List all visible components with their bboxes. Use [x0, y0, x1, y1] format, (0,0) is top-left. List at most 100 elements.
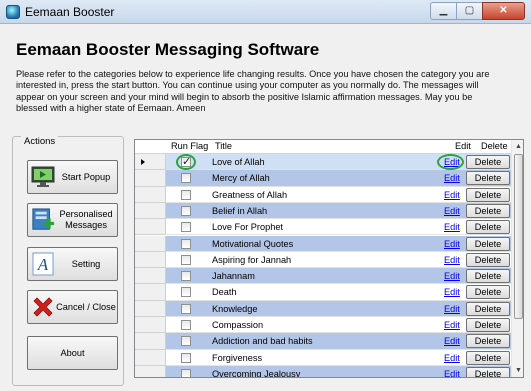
- run-flag-checkbox[interactable]: [181, 222, 191, 233]
- scroll-up-icon[interactable]: ▲: [512, 140, 523, 153]
- row-title: Overcoming Jealousy: [212, 368, 301, 378]
- table-row[interactable]: Compassion Edit Delete: [135, 317, 511, 334]
- minimize-button[interactable]: ▁: [430, 2, 456, 20]
- edit-link[interactable]: Edit: [444, 353, 460, 363]
- run-flag-checkbox[interactable]: [181, 287, 191, 298]
- table-row[interactable]: Jahannam Edit Delete: [135, 268, 511, 285]
- row-title: Motivational Quotes: [212, 238, 294, 249]
- row-selector[interactable]: [135, 251, 166, 269]
- cancel-close-label: Cancel / Close: [56, 301, 116, 312]
- cancel-close-button[interactable]: Cancel / Close: [27, 290, 118, 324]
- row-selector[interactable]: [135, 365, 166, 377]
- delete-button[interactable]: Delete: [466, 285, 510, 300]
- delete-button[interactable]: Delete: [466, 269, 510, 284]
- row-selector[interactable]: [135, 202, 166, 220]
- edit-link[interactable]: Edit: [444, 206, 460, 216]
- personalised-messages-button[interactable]: Personalised Messages: [27, 203, 118, 237]
- delete-button[interactable]: Delete: [466, 350, 510, 365]
- run-flag-checkbox[interactable]: [181, 352, 191, 363]
- window-controls: ▁ ▢ ✕: [430, 2, 525, 20]
- start-popup-button[interactable]: Start Popup: [27, 160, 118, 194]
- vertical-scrollbar[interactable]: ▲ ▼: [511, 140, 523, 377]
- row-selector[interactable]: [135, 219, 166, 236]
- run-flag-checkbox[interactable]: [181, 303, 191, 314]
- row-title: Love For Prophet: [212, 222, 283, 233]
- delete-button[interactable]: Delete: [466, 203, 510, 218]
- edit-link[interactable]: Edit: [444, 239, 460, 249]
- row-selector[interactable]: [135, 333, 166, 350]
- run-flag-checkbox[interactable]: [181, 254, 191, 265]
- edit-link[interactable]: Edit: [444, 320, 460, 330]
- edit-highlight-circle: [437, 154, 464, 170]
- run-flag-checkbox[interactable]: [181, 368, 191, 377]
- row-title: Compassion: [212, 320, 264, 330]
- row-selector[interactable]: [135, 317, 166, 334]
- col-title[interactable]: Title: [215, 141, 232, 151]
- table-row[interactable]: Overcoming Jealousy Edit Delete: [135, 365, 511, 378]
- delete-button[interactable]: Delete: [466, 301, 510, 316]
- run-flag-checkbox[interactable]: [181, 205, 191, 216]
- delete-button[interactable]: Delete: [466, 187, 510, 202]
- row-title: Addiction and bad habits: [212, 336, 313, 347]
- run-flag-checkbox[interactable]: [181, 271, 191, 282]
- col-delete[interactable]: Delete: [481, 141, 508, 151]
- delete-button[interactable]: Delete: [466, 220, 510, 235]
- delete-button[interactable]: Delete: [466, 236, 510, 251]
- row-title: Belief in Allah: [212, 205, 268, 216]
- run-flag-checkbox[interactable]: [181, 336, 191, 347]
- row-selector[interactable]: [135, 284, 166, 301]
- edit-link[interactable]: Edit: [444, 255, 460, 265]
- table-row[interactable]: Knowledge Edit Delete: [135, 300, 511, 317]
- row-title: Greatness of Allah: [212, 189, 288, 200]
- categories-grid: Run Flag Title Edit Delete Love of Allah…: [134, 139, 524, 378]
- edit-link[interactable]: Edit: [444, 222, 460, 232]
- edit-link[interactable]: Edit: [444, 336, 460, 346]
- table-row[interactable]: Greatness of Allah Edit Delete: [135, 186, 511, 203]
- setting-button[interactable]: A Setting: [27, 247, 118, 281]
- close-button[interactable]: ✕: [482, 2, 525, 20]
- run-flag-checkbox[interactable]: [181, 173, 191, 184]
- row-selector[interactable]: [135, 300, 166, 317]
- delete-button[interactable]: Delete: [466, 318, 510, 332]
- table-row[interactable]: Aspiring for Jannah Edit Delete: [135, 251, 511, 269]
- about-button[interactable]: About: [27, 336, 118, 370]
- run-flag-checkbox[interactable]: [181, 189, 191, 200]
- maximize-button[interactable]: ▢: [456, 2, 482, 20]
- intro-text: Please refer to the categories below to …: [16, 69, 521, 115]
- page-title: Eemaan Booster Messaging Software: [16, 40, 320, 59]
- table-row[interactable]: Belief in Allah Edit Delete: [135, 202, 511, 220]
- table-row[interactable]: Forgiveness Edit Delete: [135, 349, 511, 366]
- table-row[interactable]: Love For Prophet Edit Delete: [135, 219, 511, 236]
- actions-label: Actions: [21, 136, 59, 147]
- edit-link[interactable]: Edit: [444, 271, 460, 281]
- row-selector[interactable]: [135, 186, 166, 203]
- delete-button[interactable]: Delete: [466, 171, 510, 186]
- edit-link[interactable]: Edit: [444, 369, 460, 377]
- row-selector[interactable]: [135, 235, 166, 252]
- run-flag-checkbox[interactable]: [181, 238, 191, 249]
- checkbox-highlight-circle: [176, 154, 196, 170]
- col-edit[interactable]: Edit: [455, 141, 471, 151]
- scroll-thumb[interactable]: [514, 154, 523, 319]
- edit-link[interactable]: Edit: [444, 173, 460, 183]
- grid-header: Run Flag Title Edit Delete: [135, 140, 511, 154]
- row-selector[interactable]: [135, 349, 166, 366]
- edit-link[interactable]: Edit: [444, 287, 460, 297]
- delete-button[interactable]: Delete: [466, 366, 510, 377]
- scroll-down-icon[interactable]: ▼: [512, 364, 523, 377]
- delete-button[interactable]: Delete: [466, 334, 510, 349]
- edit-link[interactable]: Edit: [444, 190, 460, 200]
- run-flag-checkbox[interactable]: [181, 320, 191, 330]
- row-selector[interactable]: [135, 170, 166, 187]
- table-row[interactable]: Addiction and bad habits Edit Delete: [135, 333, 511, 350]
- intro-line: blessed with a higher state of Eemaan. A…: [16, 103, 206, 114]
- table-row[interactable]: Mercy of Allah Edit Delete: [135, 170, 511, 187]
- col-run-flag[interactable]: Run Flag: [171, 141, 208, 151]
- table-row[interactable]: Death Edit Delete: [135, 284, 511, 301]
- delete-button[interactable]: Delete: [466, 252, 510, 267]
- edit-link[interactable]: Edit: [444, 304, 460, 314]
- delete-button[interactable]: Delete: [466, 155, 510, 169]
- table-row[interactable]: Motivational Quotes Edit Delete: [135, 235, 511, 252]
- row-selector[interactable]: [135, 154, 166, 171]
- row-selector[interactable]: [135, 268, 166, 285]
